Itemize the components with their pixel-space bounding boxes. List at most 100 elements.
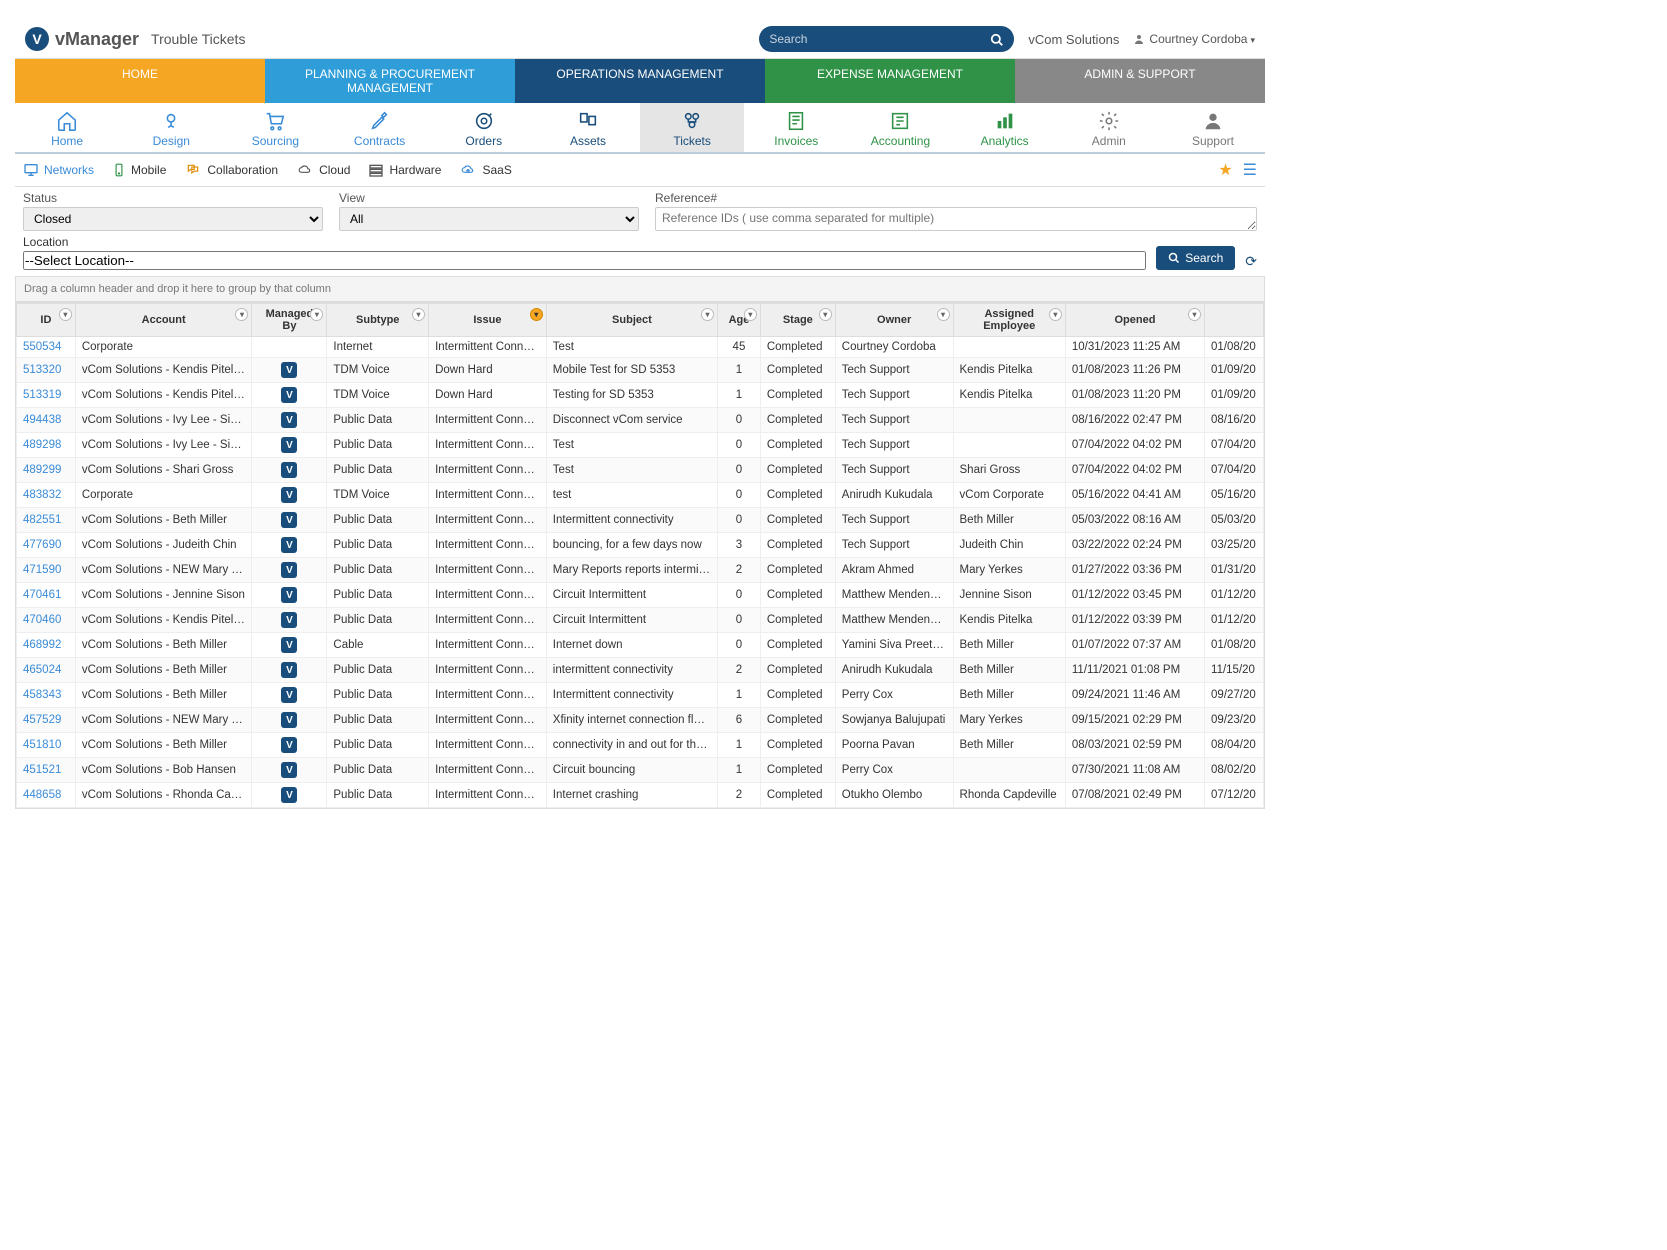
cattab-saas[interactable]: SaaS [459,163,511,178]
sourcing-icon [264,109,286,132]
cloud-icon [296,163,314,178]
cattab-hardware[interactable]: Hardware [368,162,441,178]
reference-input[interactable] [655,207,1257,231]
iconnav-support[interactable]: Support [1161,103,1265,152]
nav-planning[interactable]: PLANNING & PROCUREMENT MANAGEMENT [265,59,515,103]
cell-subject: connectivity in and out for the p... [546,733,717,758]
col-header-assigned-employee[interactable]: Assigned Employee▾ [953,304,1065,337]
col-header-id[interactable]: ID▾ [17,304,76,337]
filter-icon[interactable]: ▾ [701,308,714,321]
status-select[interactable]: Closed [23,207,323,231]
filter-icon[interactable]: ▾ [412,308,425,321]
col-header-owner[interactable]: Owner▾ [835,304,953,337]
ticket-id-link[interactable]: 550534 [17,337,76,358]
iconnav-design[interactable]: Design [119,103,223,152]
group-area[interactable]: Drag a column header and drop it here to… [15,276,1265,302]
iconnav-label: Orders [465,134,502,148]
ticket-id-link[interactable]: 448658 [17,783,76,808]
iconnav-analytics[interactable]: Analytics [953,103,1057,152]
ticket-id-link[interactable]: 513319 [17,383,76,408]
global-search-input[interactable] [769,32,990,46]
iconnav-contracts[interactable]: Contracts [328,103,432,152]
filter-icon[interactable]: ▾ [744,308,757,321]
cattab-collaboration[interactable]: Collaboration [184,163,278,178]
search-button[interactable]: Search [1156,246,1235,270]
col-header-issue[interactable]: Issue ▾ [429,304,547,337]
favorite-icon[interactable]: ★ [1218,160,1232,180]
col-header-closed[interactable] [1205,304,1264,337]
col-header-subject[interactable]: Subject▾ [546,304,717,337]
filter-icon[interactable]: ▾ [1188,308,1201,321]
ticket-id-link[interactable]: 451521 [17,758,76,783]
ticket-id-link[interactable]: 483832 [17,483,76,508]
iconnav-invoices[interactable]: Invoices [744,103,848,152]
filter-icon[interactable]: ▾ [530,308,543,321]
filter-icon[interactable]: ▾ [310,308,323,321]
cattab-networks[interactable]: Networks [23,162,94,178]
iconnav-label: Tickets [673,134,711,148]
ticket-id-link[interactable]: 471590 [17,558,76,583]
cattab-label: SaaS [482,163,511,177]
iconnav-orders[interactable]: Orders [432,103,536,152]
cell-issue: Intermittent Connec... [429,508,547,533]
iconnav-tickets[interactable]: Tickets [640,103,744,152]
ticket-id-link[interactable]: 470461 [17,583,76,608]
cell-account: vCom Solutions - NEW Mary Yer... [75,708,252,733]
col-header-age[interactable]: Age▾ [718,304,761,337]
col-header-subtype[interactable]: Subtype▾ [327,304,429,337]
iconnav-sourcing[interactable]: Sourcing [223,103,327,152]
ticket-id-link[interactable]: 457529 [17,708,76,733]
col-header-opened[interactable]: Opened▾ [1065,304,1204,337]
filter-icon[interactable]: ▾ [1049,308,1062,321]
cell-age: 2 [718,783,761,808]
cell-closed: 01/08/20 [1205,633,1264,658]
col-label: Issue [473,314,501,326]
cell-stage: Completed [760,658,835,683]
ticket-id-link[interactable]: 470460 [17,608,76,633]
nav-home[interactable]: HOME [15,59,265,103]
menu-icon[interactable]: ☰ [1243,160,1257,180]
col-header-stage[interactable]: Stage▾ [760,304,835,337]
ticket-id-link[interactable]: 489299 [17,458,76,483]
cattab-mobile[interactable]: Mobile [112,162,166,178]
iconnav-home[interactable]: Home [15,103,119,152]
cell-age: 3 [718,533,761,558]
ticket-id-link[interactable]: 477690 [17,533,76,558]
iconnav-assets[interactable]: Assets [536,103,640,152]
search-icon[interactable] [990,31,1004,47]
nav-expense[interactable]: EXPENSE MANAGEMENT [765,59,1015,103]
filter-icon[interactable]: ▾ [937,308,950,321]
filter-icon[interactable]: ▾ [59,308,72,321]
cell-managed-by: V [252,583,327,608]
col-header-account[interactable]: Account▾ [75,304,252,337]
user-menu[interactable]: Courtney Cordoba [1133,32,1255,46]
ticket-id-link[interactable]: 468992 [17,633,76,658]
ticket-id-link[interactable]: 482551 [17,508,76,533]
ticket-id-link[interactable]: 513320 [17,358,76,383]
iconnav-accounting[interactable]: Accounting [848,103,952,152]
icon-nav: HomeDesignSourcingContracts Orders Assets T… [15,103,1265,154]
ticket-id-link[interactable]: 494438 [17,408,76,433]
ticket-id-link[interactable]: 489298 [17,433,76,458]
filter-icon[interactable]: ▾ [235,308,248,321]
view-select[interactable]: All [339,207,639,231]
cell-stage: Completed [760,408,835,433]
location-input[interactable] [23,251,1146,270]
ticket-id-link[interactable]: 458343 [17,683,76,708]
filter-icon[interactable]: ▾ [819,308,832,321]
nav-operations[interactable]: OPERATIONS MANAGEMENT [515,59,765,103]
col-header-managed-by[interactable]: Managed By▾ [252,304,327,337]
refresh-icon[interactable]: ⟳ [1245,253,1257,270]
global-search[interactable] [759,26,1014,52]
nav-admin[interactable]: ADMIN & SUPPORT [1015,59,1265,103]
iconnav-admin[interactable]: Admin [1057,103,1161,152]
vcom-badge-icon: V [281,362,297,378]
cell-managed-by: V [252,483,327,508]
cell-account: vCom Solutions - Ivy Lee - Simi ... [75,408,252,433]
ticket-id-link[interactable]: 465024 [17,658,76,683]
cell-subject: Internet down [546,633,717,658]
cell-issue: Intermittent Connec... [429,608,547,633]
cattab-cloud[interactable]: Cloud [296,163,350,178]
cell-account: vCom Solutions - Ivy Lee - Simi ... [75,433,252,458]
ticket-id-link[interactable]: 451810 [17,733,76,758]
